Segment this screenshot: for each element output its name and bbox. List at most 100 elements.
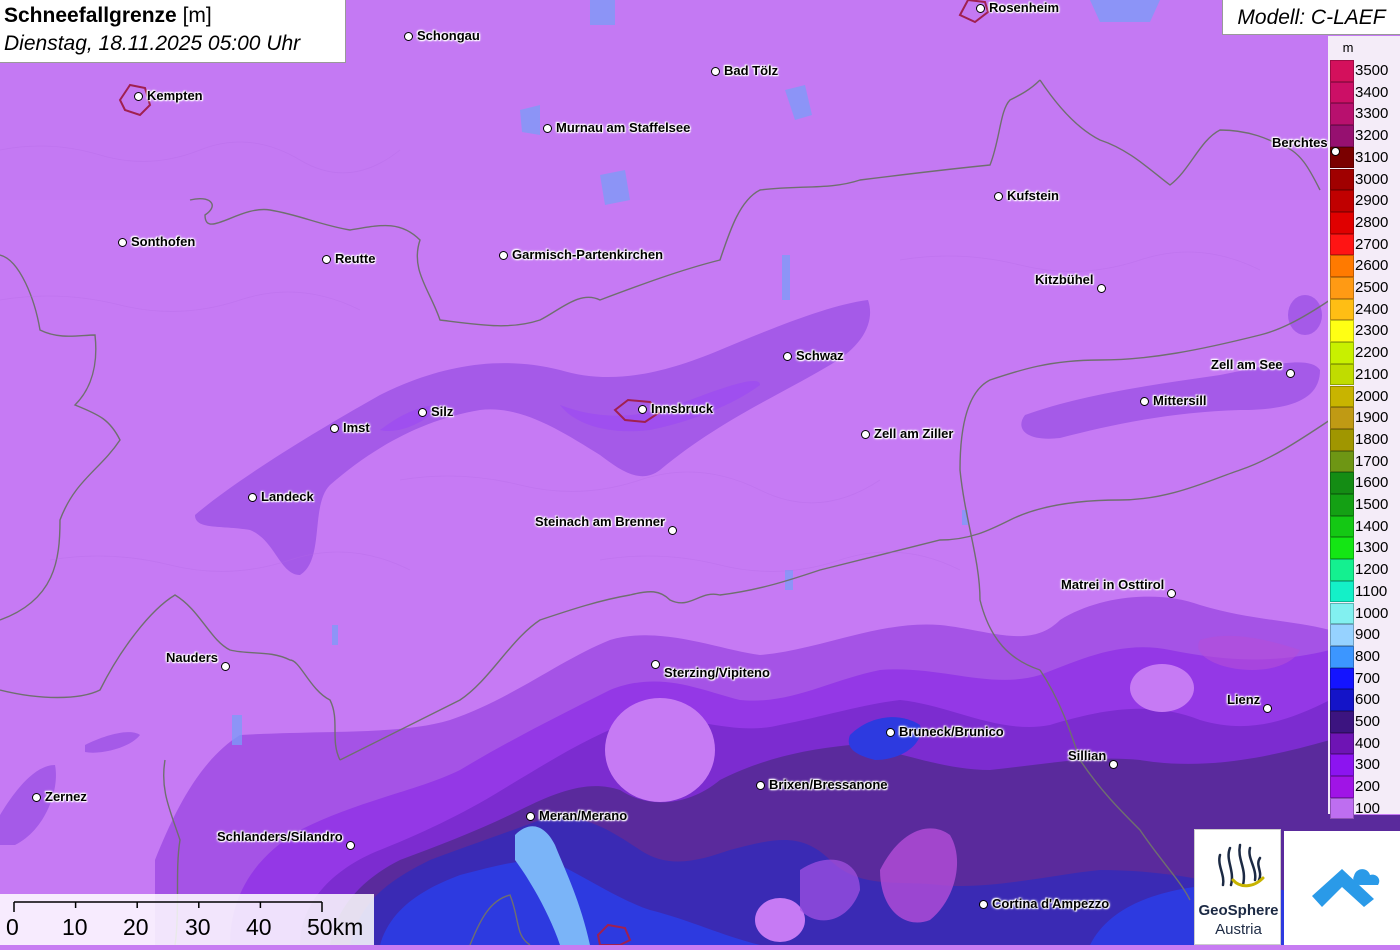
city-label-innsbruck: Innsbruck [651,401,714,416]
legend-label: 1100 [1355,582,1388,600]
city-label-garmisch-partenkirchen: Garmisch-Partenkirchen [512,247,664,262]
legend-swatch [1330,363,1354,386]
city-label-sonthofen: Sonthofen [131,234,196,249]
city-marker-bruneck-brunico[interactable] [886,728,895,737]
legend-swatch [1330,515,1354,538]
legend-label: 1500 [1355,496,1389,513]
city-marker-silz[interactable] [418,408,427,417]
city-marker-matrei-in-osttirol[interactable] [1167,589,1176,598]
city-label-reutte: Reutte [335,251,376,266]
legend-swatch [1330,797,1354,820]
legend-label: 700 [1355,669,1381,687]
city-marker-zell-am-see[interactable] [1286,369,1295,378]
legend-swatch [1330,667,1354,690]
legend-swatch [1330,298,1354,321]
legend-swatch [1330,645,1354,668]
map-canvas[interactable] [0,0,1400,945]
city-label-kempten: Kempten [147,88,203,103]
city-marker-garmisch-partenkirchen[interactable] [499,251,508,260]
scale-label: 50km [307,914,364,940]
city-marker-berchtes[interactable] [1331,147,1340,156]
scale-label: 10 [62,914,88,940]
city-marker-kempten[interactable] [134,92,143,101]
legend-swatch [1330,711,1354,733]
city-marker-imst[interactable] [330,424,339,433]
geosphere-emblem-icon [1218,843,1265,888]
city-label-schongau: Schongau [417,28,480,43]
legend-swatch [1330,580,1354,603]
city-label-murnau-am-staffelsee: Murnau am Staffelsee [556,120,691,135]
city-marker-sterzing-vipiteno[interactable] [651,660,660,669]
city-marker-zernez[interactable] [32,793,41,802]
city-marker-rosenheim[interactable] [976,4,985,13]
city-label-zernez: Zernez [45,789,87,804]
city-marker-schlanders-silandro[interactable] [346,841,355,850]
city-label-steinach-am-brenner: Steinach am Brenner [535,514,666,529]
legend-swatch [1330,472,1354,494]
city-label-silz: Silz [431,404,454,419]
city-marker-sonthofen[interactable] [118,238,127,247]
city-marker-steinach-am-brenner[interactable] [668,526,677,535]
city-label-rosenheim: Rosenheim [989,0,1060,15]
legend-swatch [1330,602,1354,625]
city-marker-schongau[interactable] [404,32,413,41]
city-marker-kufstein[interactable] [994,192,1003,201]
city-label-sillian: Sillian [1068,748,1107,763]
legend-swatch [1330,233,1354,256]
legend-label: 500 [1355,713,1381,730]
scale-label: 0 [6,914,19,940]
city-marker-reutte[interactable] [322,255,331,264]
legend-label: 2900 [1355,192,1389,210]
city-marker-innsbruck[interactable] [638,405,647,414]
city-label-sterzing-vipiteno: Sterzing/Vipiteno [664,665,770,680]
city-label-schwaz: Schwaz [796,348,844,363]
title-box: Schneefallgrenze [m] Dienstag, 18.11.202… [0,0,346,63]
city-marker-sillian[interactable] [1109,760,1118,769]
city-marker-cortina-d-ampezzo[interactable] [979,900,988,909]
legend-swatch [1330,342,1354,364]
city-marker-brixen-bressanone[interactable] [756,781,765,790]
city-label-kitzb-hel: Kitzbühel [1035,272,1094,287]
legend-swatch [1330,190,1354,212]
legend-swatch [1330,81,1354,104]
legend-swatch [1330,559,1354,581]
city-label-bruneck-brunico: Bruneck/Brunico [899,724,1004,739]
legend-swatch [1330,776,1354,798]
legend-swatch [1330,754,1354,777]
city-marker-murnau-am-staffelsee[interactable] [543,124,552,133]
city-label-meran-merano: Meran/Merano [539,808,628,823]
legend-label: 800 [1355,647,1381,665]
city-label-mittersill: Mittersill [1153,393,1207,408]
city-marker-lienz[interactable] [1263,704,1272,713]
city-marker-mittersill[interactable] [1140,397,1149,406]
city-label-kufstein: Kufstein [1007,188,1059,203]
title-main: Schneefallgrenze [4,4,177,27]
legend-label: 2800 [1355,213,1389,231]
legend-swatch [1330,277,1354,299]
city-label-lienz: Lienz [1227,692,1261,707]
geosphere-sub: Austria [1215,921,1262,938]
legend-swatch [1330,494,1354,516]
legend-swatch [1330,103,1354,126]
legend-label: 1000 [1355,604,1389,622]
legend-swatch [1330,168,1354,191]
legend-label: 2600 [1355,257,1389,275]
legend-label: 400 [1355,734,1381,752]
city-marker-nauders[interactable] [221,662,230,671]
legend-label: 200 [1355,778,1381,796]
legend-label: 2500 [1355,279,1389,296]
city-label-zell-am-ziller: Zell am Ziller [874,426,954,441]
legend-label: 2700 [1355,235,1389,253]
city-marker-zell-am-ziller[interactable] [861,430,870,439]
city-marker-bad-t-lz[interactable] [711,67,720,76]
light-hole-matrei [1130,664,1194,712]
city-marker-meran-merano[interactable] [526,812,535,821]
legend-label: 600 [1355,691,1381,709]
city-marker-kitzb-hel[interactable] [1097,284,1106,293]
legend-label: 3100 [1355,148,1389,166]
city-marker-schwaz[interactable] [783,352,792,361]
city-marker-landeck[interactable] [248,493,257,502]
legend-label: 2300 [1355,322,1389,340]
map-title: Schneefallgrenze [m] [4,2,341,30]
legend-swatch [1330,428,1354,451]
